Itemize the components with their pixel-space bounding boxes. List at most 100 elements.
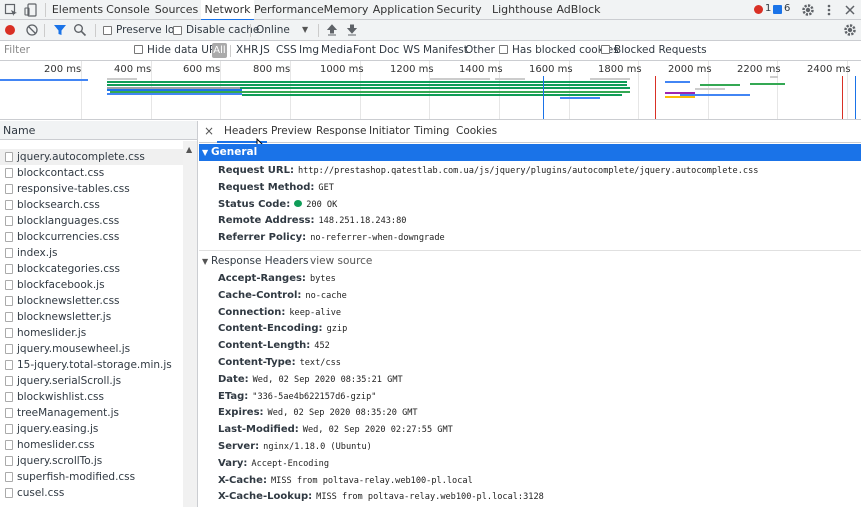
request-row[interactable]: jquery.serialScroll.js bbox=[0, 373, 183, 389]
search-icon[interactable] bbox=[73, 23, 87, 37]
request-row[interactable]: jquery.scrollTo.js bbox=[0, 453, 183, 469]
request-row[interactable]: responsive-tables.css bbox=[0, 181, 183, 197]
filter-type-css[interactable]: CSS bbox=[276, 44, 297, 56]
timeline-tick: 1000 ms bbox=[320, 64, 364, 75]
request-row[interactable]: superfish-modified.css bbox=[0, 469, 183, 485]
load-marker bbox=[842, 76, 843, 119]
filter-input[interactable]: Filter bbox=[4, 44, 30, 56]
tab-performance[interactable]: Performance bbox=[254, 0, 324, 20]
network-toolbar: Preserve log Disable cache Online ▼ bbox=[0, 20, 861, 41]
request-row[interactable]: jquery.mousewheel.js bbox=[0, 341, 183, 357]
error-icon[interactable] bbox=[754, 5, 763, 14]
filter-type-doc[interactable]: Doc bbox=[379, 44, 399, 56]
settings-gear-icon[interactable] bbox=[801, 3, 815, 17]
tab-adblock[interactable]: AdBlock bbox=[556, 0, 601, 20]
request-row[interactable]: jquery.autocomplete.css bbox=[0, 149, 183, 165]
throttling-select[interactable]: Online bbox=[256, 24, 290, 36]
request-row[interactable]: blockwishlist.css bbox=[0, 389, 183, 405]
request-row[interactable]: homeslider.js bbox=[0, 325, 183, 341]
response-header-row: X-Cache: MISS from poltava-relay.web100-p… bbox=[218, 474, 473, 488]
has-blocked-cookies-checkbox[interactable] bbox=[499, 45, 508, 54]
request-row[interactable]: blocknewsletter.js bbox=[0, 309, 183, 325]
message-icon[interactable] bbox=[773, 5, 782, 14]
request-row[interactable]: homeslider.css bbox=[0, 437, 183, 453]
blocked-requests-checkbox[interactable] bbox=[601, 45, 610, 54]
close-details-icon[interactable]: × bbox=[204, 124, 214, 138]
timeline-tick: 1200 ms bbox=[390, 64, 434, 75]
view-source-link[interactable]: view source bbox=[310, 253, 372, 270]
tab-network[interactable]: Network bbox=[201, 0, 254, 21]
timeline-tick: 600 ms bbox=[183, 64, 221, 75]
filter-icon[interactable] bbox=[53, 23, 67, 37]
inspect-element-icon[interactable] bbox=[4, 3, 18, 17]
filter-type-js[interactable]: JS bbox=[260, 44, 270, 56]
header-key: ETag: bbox=[218, 390, 249, 402]
tab-response[interactable]: Response bbox=[316, 125, 366, 137]
name-column-header[interactable]: Name bbox=[0, 121, 197, 140]
tab-lighthouse[interactable]: Lighthouse bbox=[492, 0, 553, 20]
filter-type-font[interactable]: Font bbox=[353, 44, 376, 56]
preserve-log-checkbox[interactable] bbox=[103, 26, 112, 35]
filter-type-img[interactable]: Img bbox=[299, 44, 319, 56]
request-row[interactable]: index.js bbox=[0, 245, 183, 261]
tab-timing[interactable]: Timing bbox=[414, 125, 449, 137]
filter-type-ws[interactable]: WS bbox=[403, 44, 420, 56]
dom-content-loaded-marker bbox=[543, 76, 544, 119]
request-row[interactable]: blocksearch.css bbox=[0, 197, 183, 213]
disable-cache-checkbox[interactable] bbox=[173, 26, 182, 35]
record-icon[interactable] bbox=[5, 25, 15, 35]
filter-type-manifest[interactable]: Manifest bbox=[423, 44, 468, 56]
chevron-down-icon[interactable]: ▼ bbox=[302, 25, 308, 34]
request-row[interactable]: jquery.easing.js bbox=[0, 421, 183, 437]
more-options-icon[interactable] bbox=[822, 3, 836, 17]
tab-security[interactable]: Security bbox=[436, 0, 482, 20]
request-row[interactable]: blocknewsletter.css bbox=[0, 293, 183, 309]
message-count[interactable]: 6 bbox=[784, 3, 790, 14]
request-row[interactable]: blockcurrencies.css bbox=[0, 229, 183, 245]
request-row[interactable]: blocklanguages.css bbox=[0, 213, 183, 229]
caret-down-icon[interactable]: ▼ bbox=[202, 144, 208, 161]
tab-preview[interactable]: Preview bbox=[271, 125, 312, 137]
caret-down-icon[interactable]: ▼ bbox=[202, 253, 208, 270]
tab-cookies[interactable]: Cookies bbox=[456, 125, 497, 137]
filter-type-xhr[interactable]: XHR bbox=[236, 44, 258, 56]
tab-application[interactable]: Application bbox=[371, 0, 436, 20]
request-row[interactable]: treeManagement.js bbox=[0, 405, 183, 421]
tab-elements[interactable]: Elements bbox=[51, 0, 104, 20]
error-count[interactable]: 1 bbox=[765, 3, 771, 14]
tab-console[interactable]: Console bbox=[104, 0, 152, 20]
response-header-row: Last-Modified: Wed, 02 Sep 2020 02:27:55 … bbox=[218, 423, 453, 437]
tab-sources[interactable]: Sources bbox=[152, 0, 201, 20]
request-name: blocknewsletter.js bbox=[17, 311, 112, 323]
close-devtools-icon[interactable] bbox=[843, 3, 857, 17]
hide-data-urls-checkbox[interactable] bbox=[134, 45, 143, 54]
response-headers-section-header[interactable]: ▼ Response Headers view source bbox=[199, 253, 861, 270]
scroll-up-arrow-icon[interactable]: ▲ bbox=[186, 145, 192, 154]
request-name: cusel.css bbox=[17, 487, 65, 499]
export-har-icon[interactable] bbox=[346, 23, 360, 37]
request-row[interactable]: 15-jquery.total-storage.min.js bbox=[0, 357, 183, 373]
filter-type-media[interactable]: Media bbox=[321, 44, 353, 56]
tab-memory[interactable]: Memory bbox=[321, 0, 371, 20]
header-value: 200 OK bbox=[306, 199, 338, 210]
tab-initiator[interactable]: Initiator bbox=[369, 125, 410, 137]
request-row[interactable]: blockfacebook.js bbox=[0, 277, 183, 293]
header-value: gzip bbox=[326, 324, 348, 335]
network-overview-timeline[interactable]: 200 ms 400 ms 600 ms 800 ms 1000 ms 1200… bbox=[0, 61, 861, 120]
clear-icon[interactable] bbox=[25, 23, 39, 37]
tab-headers[interactable]: Headers bbox=[224, 125, 268, 137]
request-row[interactable]: cusel.css bbox=[0, 485, 183, 501]
file-icon bbox=[5, 232, 13, 242]
request-row[interactable]: blockcategories.css bbox=[0, 261, 183, 277]
device-toolbar-icon[interactable] bbox=[24, 3, 38, 17]
header-key: Connection: bbox=[218, 306, 286, 318]
devtools-tab-bar: Elements Console Sources Network Perform… bbox=[0, 0, 861, 21]
vertical-scrollbar[interactable]: ▲ bbox=[183, 141, 197, 507]
request-row[interactable]: blockcontact.css bbox=[0, 165, 183, 181]
filter-type-other[interactable]: Other bbox=[465, 44, 495, 56]
request-details: × Headers Preview Response Initiator Tim… bbox=[199, 121, 861, 507]
general-section-header[interactable]: ▼ General bbox=[199, 144, 861, 161]
filter-type-all[interactable]: All bbox=[212, 43, 227, 58]
network-settings-icon[interactable] bbox=[843, 23, 857, 37]
import-har-icon[interactable] bbox=[326, 23, 340, 37]
